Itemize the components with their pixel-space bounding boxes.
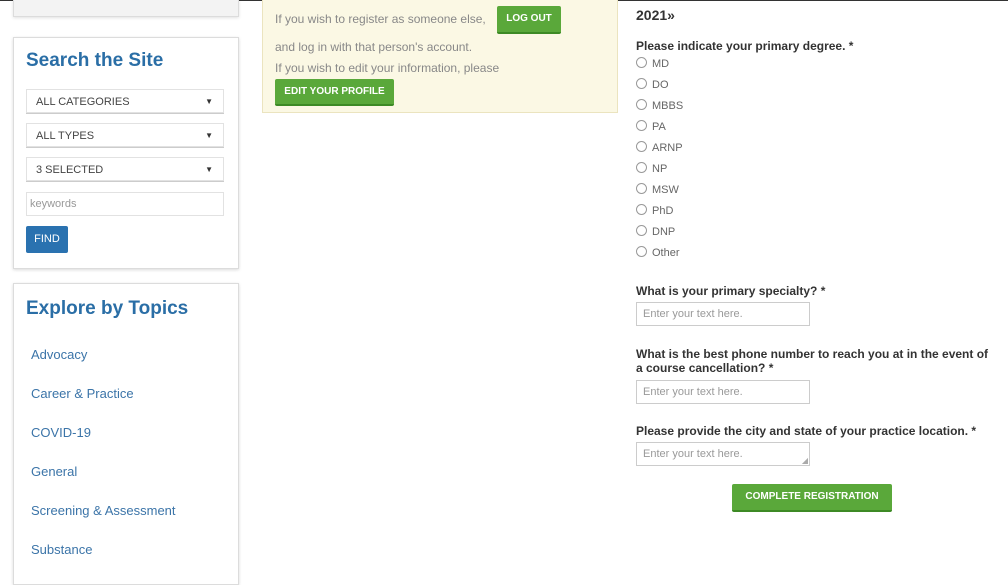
phone-question-label: What is the best phone number to reach y… xyxy=(636,347,989,375)
degree-option-label: NP xyxy=(652,163,668,175)
degree-option-msw[interactable]: MSW xyxy=(636,183,679,197)
radio-button[interactable] xyxy=(636,99,647,110)
radio-button[interactable] xyxy=(636,225,647,236)
chevron-down-icon: ▼ xyxy=(205,97,213,106)
degree-option-label: ARNP xyxy=(652,142,683,154)
logout-button[interactable]: LOG OUT xyxy=(497,6,561,34)
notice-line-2: and log in with that person's account. xyxy=(275,40,473,54)
search-panel: Search the Site ALL CATEGORIES ▼ ALL TYP… xyxy=(13,37,239,269)
type-select-value: ALL TYPES xyxy=(36,130,95,142)
phone-input[interactable]: Enter your text here. xyxy=(636,380,810,404)
degree-option-np[interactable]: NP xyxy=(636,162,667,176)
specialty-placeholder: Enter your text here. xyxy=(643,308,743,320)
specialty-question-label: What is your primary specialty? * xyxy=(636,284,826,298)
specialty-input[interactable]: Enter your text here. xyxy=(636,302,810,326)
sidebar-card-stub xyxy=(13,0,239,17)
radio-button[interactable] xyxy=(636,246,647,257)
degree-option-label: Other xyxy=(652,247,680,259)
location-textarea[interactable]: Enter your text here. ◢ xyxy=(636,442,810,466)
notice-line-3: If you wish to edit your information, pl… xyxy=(275,61,500,75)
degree-option-label: MBBS xyxy=(652,100,684,112)
radio-button[interactable] xyxy=(636,162,647,173)
topic-link-substance[interactable]: Substance xyxy=(31,542,92,557)
degree-option-mbbs[interactable]: MBBS xyxy=(636,99,683,113)
keywords-placeholder: keywords xyxy=(30,198,77,210)
degree-question-label: Please indicate your primary degree. * xyxy=(636,39,854,53)
degree-option-label: DNP xyxy=(652,226,676,238)
phone-placeholder: Enter your text here. xyxy=(643,386,743,398)
topics-panel: Explore by Topics Advocacy Career & Prac… xyxy=(13,283,239,585)
topic-link-advocacy[interactable]: Advocacy xyxy=(31,347,87,362)
degree-option-md[interactable]: MD xyxy=(636,57,669,71)
degree-option-label: PA xyxy=(652,121,666,133)
category-select-value: ALL CATEGORIES xyxy=(36,96,130,108)
degree-option-dnp[interactable]: DNP xyxy=(636,225,675,239)
degree-option-label: MD xyxy=(652,58,670,70)
radio-button[interactable] xyxy=(636,57,647,68)
degree-option-label: PhD xyxy=(652,205,674,217)
degree-option-label: MSW xyxy=(652,184,679,196)
selected-filter-value: 3 SELECTED xyxy=(36,164,104,176)
account-notice-box: If you wish to register as someone else,… xyxy=(262,0,618,113)
topic-link-career-practice[interactable]: Career & Practice xyxy=(31,386,134,401)
resize-handle-icon[interactable]: ◢ xyxy=(802,457,808,465)
radio-button[interactable] xyxy=(636,183,647,194)
notice-line-1: If you wish to register as someone else, xyxy=(275,12,486,26)
radio-button[interactable] xyxy=(636,204,647,215)
form-heading: 2021» xyxy=(636,7,675,23)
topics-panel-title: Explore by Topics xyxy=(26,298,189,319)
selected-filter-select[interactable]: 3 SELECTED ▼ xyxy=(26,157,224,181)
radio-button[interactable] xyxy=(636,78,647,89)
location-placeholder: Enter your text here. xyxy=(643,448,743,460)
topic-link-covid-19[interactable]: COVID-19 xyxy=(31,425,91,440)
edit-profile-button[interactable]: EDIT YOUR PROFILE xyxy=(275,79,394,106)
topic-link-screening-assessment[interactable]: Screening & Assessment xyxy=(31,503,176,518)
degree-option-arnp[interactable]: ARNP xyxy=(636,141,683,155)
topic-link-general[interactable]: General xyxy=(31,464,77,479)
degree-option-pa[interactable]: PA xyxy=(636,120,666,134)
complete-registration-button[interactable]: COMPLETE REGISTRATION xyxy=(732,484,892,512)
location-question-label: Please provide the city and state of you… xyxy=(636,424,977,438)
degree-option-do[interactable]: DO xyxy=(636,78,669,92)
chevron-down-icon: ▼ xyxy=(205,131,213,140)
radio-button[interactable] xyxy=(636,120,647,131)
type-select[interactable]: ALL TYPES ▼ xyxy=(26,123,224,147)
chevron-down-icon: ▼ xyxy=(205,165,213,174)
degree-option-other[interactable]: Other xyxy=(636,246,680,260)
degree-option-phd[interactable]: PhD xyxy=(636,204,673,218)
find-button[interactable]: FIND xyxy=(26,226,68,253)
degree-option-label: DO xyxy=(652,79,669,91)
category-select[interactable]: ALL CATEGORIES ▼ xyxy=(26,89,224,113)
radio-button[interactable] xyxy=(636,141,647,152)
keywords-input[interactable]: keywords xyxy=(26,192,224,216)
search-panel-title: Search the Site xyxy=(26,50,164,71)
